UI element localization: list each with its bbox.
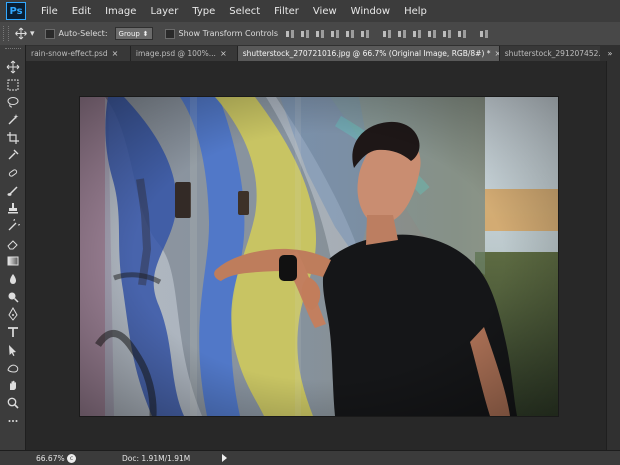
dropdown-arrows-icon: ⬍ [142, 29, 149, 38]
history-brush-tool-icon[interactable] [3, 217, 23, 235]
align-group-2 [382, 29, 467, 39]
document-image [80, 97, 558, 416]
dodge-tool-icon[interactable] [3, 288, 23, 306]
show-transform-label: Show Transform Controls [178, 29, 279, 38]
tab-image-psd[interactable]: image.psd @ 100%... × [130, 46, 238, 61]
menu-type[interactable]: Type [185, 6, 222, 17]
marquee-tool-icon[interactable] [3, 76, 23, 94]
distribute-bottom-icon[interactable] [457, 29, 467, 39]
shape-tool-icon[interactable] [3, 359, 23, 377]
auto-select-checkbox[interactable] [44, 28, 55, 39]
align-left-icon[interactable] [285, 29, 295, 39]
brush-tool-icon[interactable] [3, 182, 23, 200]
hand-tool-icon[interactable] [3, 376, 23, 394]
crop-tool-icon[interactable] [3, 129, 23, 147]
auto-select-label: Auto-Select: [58, 29, 108, 38]
path-selection-tool-icon[interactable] [3, 341, 23, 359]
blur-tool-icon[interactable] [3, 270, 23, 288]
tab-shutterstock-270721016[interactable]: shutterstock_270721016.jpg @ 66.7% (Orig… [237, 46, 500, 61]
align-group-3 [479, 29, 489, 39]
menu-window[interactable]: Window [344, 6, 397, 17]
show-transform-checkbox[interactable] [164, 28, 175, 39]
auto-align-icon[interactable] [479, 29, 489, 39]
options-bar: ▾ Auto-Select: Group ⬍ Show Transform Co… [0, 22, 620, 46]
eraser-tool-icon[interactable] [3, 235, 23, 253]
tools-panel [0, 45, 26, 450]
close-icon[interactable]: × [220, 49, 227, 58]
menu-select[interactable]: Select [222, 6, 267, 17]
lasso-tool-icon[interactable] [3, 93, 23, 111]
align-right-icon[interactable] [315, 29, 325, 39]
distribute-middle-icon[interactable] [442, 29, 452, 39]
menu-bar: Ps File Edit Image Layer Type Select Fil… [0, 0, 620, 23]
zoom-level[interactable]: 66.67% [36, 454, 65, 463]
align-center-icon[interactable] [300, 29, 310, 39]
status-bar: 66.67% c Doc: 1.91M/1.91M [0, 450, 620, 465]
close-icon[interactable]: × [112, 49, 119, 58]
chevron-down-icon: ▾ [30, 28, 35, 39]
eyedropper-tool-icon[interactable] [3, 146, 23, 164]
menu-filter[interactable]: Filter [267, 6, 306, 17]
clone-stamp-tool-icon[interactable] [3, 200, 23, 218]
document-tabs: rain-snow-effect.psd × image.psd @ 100%.… [26, 45, 620, 62]
align-middle-icon[interactable] [345, 29, 355, 39]
document-info-icon[interactable]: c [67, 453, 76, 463]
auto-select-value: Group [118, 29, 140, 38]
tools-panel-grip[interactable] [4, 48, 21, 54]
menu-help[interactable]: Help [397, 6, 434, 17]
menu-view[interactable]: View [306, 6, 344, 17]
menu-image[interactable]: Image [98, 6, 143, 17]
vertical-scrollbar[interactable] [606, 61, 620, 450]
align-bottom-icon[interactable] [360, 29, 370, 39]
tab-label: rain-snow-effect.psd [31, 49, 108, 58]
gradient-tool-icon[interactable] [3, 253, 23, 271]
align-top-icon[interactable] [330, 29, 340, 39]
tab-label: shutterstock_270721016.jpg @ 66.7% (Orig… [242, 49, 491, 58]
canvas-area[interactable] [26, 61, 606, 450]
move-tool-icon[interactable] [3, 58, 23, 76]
move-icon [15, 27, 27, 40]
align-group-1 [285, 29, 370, 39]
distribute-center-icon[interactable] [397, 29, 407, 39]
zoom-tool-icon[interactable] [3, 394, 23, 412]
photoshop-logo: Ps [6, 2, 26, 20]
healing-brush-tool-icon[interactable] [3, 164, 23, 182]
distribute-right-icon[interactable] [412, 29, 422, 39]
distribute-top-icon[interactable] [427, 29, 437, 39]
status-menu-arrow-icon[interactable] [222, 454, 228, 462]
more-tools-icon[interactable] [3, 412, 23, 430]
magic-wand-tool-icon[interactable] [3, 111, 23, 129]
menu-file[interactable]: File [34, 6, 65, 17]
menu-edit[interactable]: Edit [65, 6, 98, 17]
type-tool-icon[interactable] [3, 323, 23, 341]
move-tool-preset[interactable]: ▾ [14, 27, 35, 40]
menu-layer[interactable]: Layer [143, 6, 185, 17]
auto-select-dropdown[interactable]: Group ⬍ [114, 27, 153, 40]
options-grip[interactable] [3, 26, 9, 41]
tab-label: image.psd @ 100%... [135, 49, 216, 58]
photo-rendering [80, 97, 558, 416]
tab-label: shutterstock_291207452.j [504, 49, 603, 58]
tab-overflow-button[interactable]: » [600, 45, 620, 61]
distribute-left-icon[interactable] [382, 29, 392, 39]
tab-rain-snow-effect[interactable]: rain-snow-effect.psd × [26, 46, 131, 61]
document-size: Doc: 1.91M/1.91M [122, 453, 191, 463]
pen-tool-icon[interactable] [3, 306, 23, 324]
